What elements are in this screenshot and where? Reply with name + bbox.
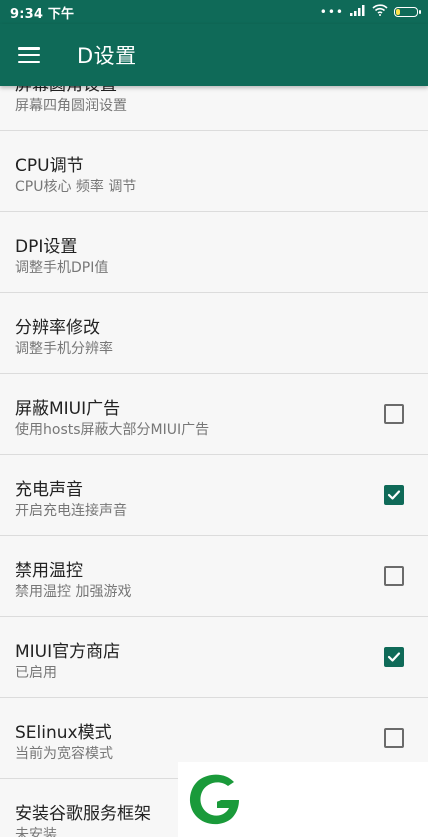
checkmark-icon: [387, 490, 401, 500]
menu-icon[interactable]: [18, 47, 40, 63]
setting-subtitle: 使用hosts屏蔽大部分MIUI广告: [15, 422, 210, 438]
status-icons: •••: [319, 4, 421, 20]
setting-subtitle: 屏幕四角圆润设置: [15, 98, 127, 114]
leaf-logo-icon: [189, 774, 239, 825]
setting-subtitle: 已启用: [15, 665, 57, 681]
setting-item[interactable]: 分辨率修改 调整手机分辨率: [0, 293, 428, 374]
setting-subtitle: 禁用温控 加强游戏: [15, 584, 132, 600]
setting-subtitle: CPU核心 频率 调节: [15, 179, 137, 195]
setting-item[interactable]: 禁用温控 禁用温控 加强游戏: [0, 536, 428, 617]
status-time: 9:34 下午: [10, 6, 75, 22]
setting-checkbox-checked[interactable]: [384, 647, 404, 667]
battery-icon: [394, 7, 421, 17]
setting-item[interactable]: CPU调节 CPU核心 频率 调节: [0, 131, 428, 212]
setting-title: CPU调节: [15, 156, 84, 176]
signal-icon: [350, 4, 366, 20]
setting-checkbox-checked[interactable]: [384, 485, 404, 505]
settings-list: 屏幕圆角设置 屏幕四角圆润设置 CPU调节 CPU核心 频率 调节 DPI设置 …: [0, 50, 428, 837]
status-bar: 9:34 下午 •••: [0, 0, 428, 24]
notification-dots: •••: [319, 5, 344, 19]
screen: 9:34 下午 ••• D设置 屏幕四角圆润设置 CPU调节 CPU核心 频率 …: [0, 0, 428, 837]
checkmark-icon: [387, 652, 401, 662]
setting-title: 禁用温控: [15, 561, 83, 581]
setting-checkbox[interactable]: [384, 566, 404, 586]
setting-title: 充电声音: [15, 480, 83, 500]
setting-item[interactable]: DPI设置 调整手机DPI值: [0, 212, 428, 293]
setting-subtitle: 调整手机分辨率: [15, 341, 113, 357]
setting-checkbox[interactable]: [384, 728, 404, 748]
watermark-logo: [178, 762, 428, 837]
setting-subtitle: 未安装: [15, 827, 57, 837]
setting-title: 安装谷歌服务框架: [15, 804, 151, 824]
setting-title: MIUI官方商店: [15, 642, 121, 662]
setting-subtitle: 调整手机DPI值: [15, 260, 109, 276]
setting-item[interactable]: 充电声音 开启充电连接声音: [0, 455, 428, 536]
app-title: D设置: [77, 44, 137, 68]
setting-checkbox[interactable]: [384, 404, 404, 424]
app-bar: D设置: [0, 24, 428, 86]
setting-title: 分辨率修改: [15, 318, 100, 338]
battery-level: [396, 9, 400, 15]
setting-subtitle: 开启充电连接声音: [15, 503, 127, 519]
setting-title: DPI设置: [15, 237, 78, 257]
setting-subtitle: 当前为宽容模式: [15, 746, 113, 762]
setting-item[interactable]: 屏蔽MIUI广告 使用hosts屏蔽大部分MIUI广告: [0, 374, 428, 455]
wifi-icon: [372, 4, 388, 20]
setting-item[interactable]: MIUI官方商店 已启用: [0, 617, 428, 698]
setting-title: 屏蔽MIUI广告: [15, 399, 121, 419]
setting-title: SElinux模式: [15, 723, 112, 743]
